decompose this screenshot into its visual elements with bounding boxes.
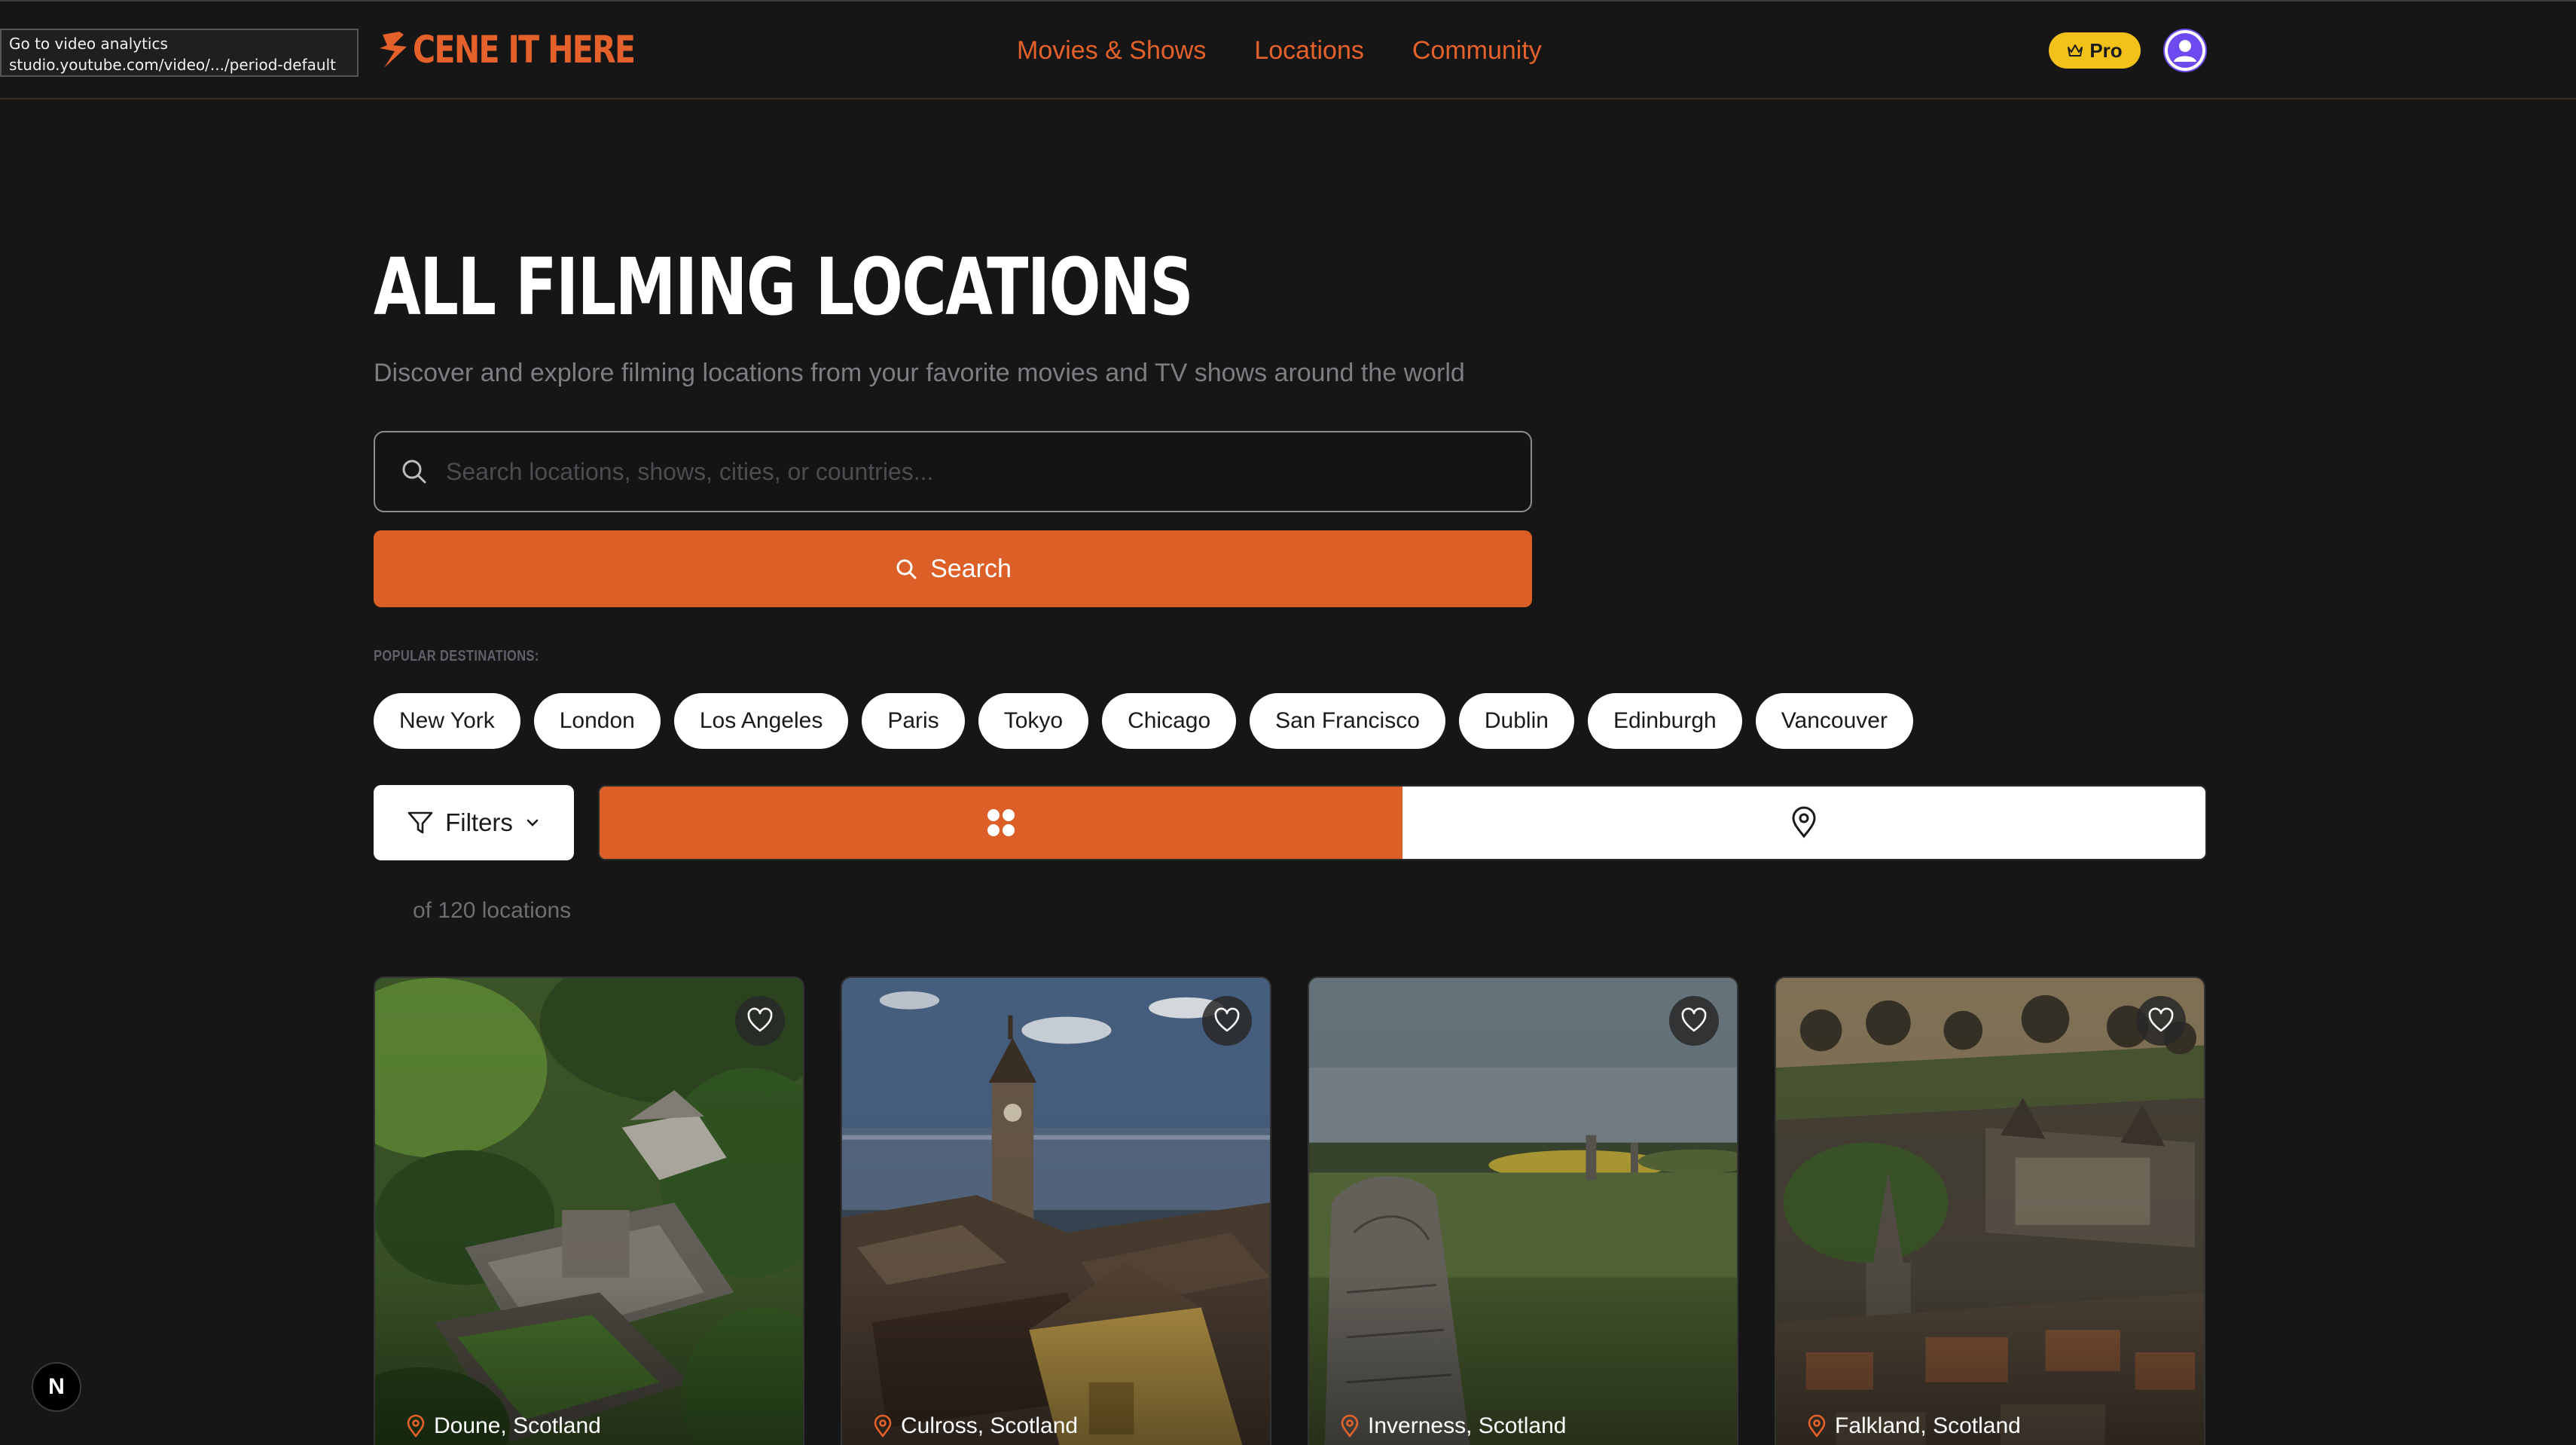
map-pin-icon [1792, 806, 1816, 839]
search-icon [896, 559, 917, 579]
link-preview-tooltip: Go to video analytics studio.youtube.com… [0, 29, 359, 77]
nav-community[interactable]: Community [1412, 32, 1542, 69]
popular-destinations: New York London Los Angeles Paris Tokyo … [374, 693, 1913, 749]
chip-new-york[interactable]: New York [374, 693, 520, 749]
chip-edinburgh[interactable]: Edinburgh [1587, 693, 1742, 749]
search-field [374, 431, 1532, 512]
results-count: of 120 locations [413, 898, 572, 923]
card-location-text: Culross, Scotland [901, 1413, 1079, 1438]
site-logo[interactable]: CENE IT HERE [377, 23, 683, 77]
map-pin-icon [1341, 1414, 1359, 1438]
crown-icon [2068, 44, 2083, 57]
card-location: Doune, Scotland [405, 1413, 601, 1439]
filters-button[interactable]: Filters [374, 785, 574, 860]
nav-movies-shows[interactable]: Movies & Shows [1017, 32, 1206, 69]
user-avatar-icon [2165, 30, 2205, 71]
page-subtitle: Discover and explore filming locations f… [374, 359, 1465, 387]
page: Go to video analytics studio.youtube.com… [0, 0, 2576, 1445]
heart-icon [747, 1007, 773, 1032]
chip-dublin[interactable]: Dublin [1458, 693, 1574, 749]
search-input[interactable] [429, 432, 1531, 511]
map-view-button[interactable] [1402, 787, 2205, 859]
location-card[interactable]: Doune, Scotland [374, 976, 804, 1445]
popular-destinations-label: POPULAR DESTINATIONS: [374, 648, 539, 664]
tooltip-url: studio.youtube.com/video/.../period-defa… [9, 56, 336, 74]
chip-paris[interactable]: Paris [862, 693, 965, 749]
chip-san-francisco[interactable]: San Francisco [1250, 693, 1445, 749]
site-header: CENE IT HERE Movies & Shows Locations Co… [0, 0, 2576, 99]
location-grid: Doune, Scotland Culross, Scotland Invern… [374, 976, 2205, 1445]
card-location: Inverness, Scotland [1339, 1413, 1566, 1439]
chip-los-angeles[interactable]: Los Angeles [673, 693, 849, 749]
heart-icon [1681, 1007, 1707, 1032]
photo-overlay [1776, 978, 2204, 1445]
filters-label: Filters [445, 808, 513, 836]
card-location: Culross, Scotland [872, 1413, 1078, 1439]
map-pin-icon [1808, 1414, 1826, 1438]
view-toggle [598, 785, 2207, 860]
chevron-down-icon [526, 819, 539, 826]
tooltip-title: Go to video analytics [9, 35, 168, 53]
card-location-text: Inverness, Scotland [1368, 1413, 1567, 1438]
pro-badge[interactable]: Pro [2049, 32, 2141, 69]
map-pin-icon [874, 1414, 892, 1438]
favorite-button[interactable] [1202, 996, 1252, 1046]
filter-icon [407, 811, 433, 834]
grid-icon [987, 809, 1015, 836]
photo-overlay [375, 978, 803, 1445]
map-pin-icon [407, 1414, 425, 1438]
photo-overlay [1309, 978, 1737, 1445]
location-card[interactable]: Culross, Scotland [841, 976, 1271, 1445]
chip-tokyo[interactable]: Tokyo [978, 693, 1089, 749]
search-button[interactable]: Search [374, 530, 1532, 607]
user-avatar[interactable] [2163, 29, 2207, 72]
location-card[interactable]: Inverness, Scotland [1308, 976, 1738, 1445]
chip-london[interactable]: London [533, 693, 661, 749]
pro-label: Pro [2089, 38, 2123, 62]
location-card[interactable]: Falkland, Scotland [1775, 976, 2205, 1445]
card-location-text: Doune, Scotland [434, 1413, 601, 1438]
heart-icon [1214, 1007, 1240, 1032]
search-icon [402, 460, 426, 484]
chip-vancouver[interactable]: Vancouver [1755, 693, 1913, 749]
nav-locations[interactable]: Locations [1254, 32, 1364, 69]
scene-logo-icon [380, 32, 407, 68]
dev-tools-badge[interactable]: N [32, 1362, 81, 1412]
grid-view-button[interactable] [600, 787, 1402, 859]
search-button-label: Search [930, 554, 1012, 583]
favorite-button[interactable] [2136, 996, 2186, 1046]
photo-overlay [842, 978, 1270, 1445]
page-title: ALL FILMING LOCATIONS [374, 241, 1194, 333]
favorite-button[interactable] [735, 996, 785, 1046]
heart-icon [2148, 1007, 2174, 1032]
logo-text: CENE IT HERE [413, 28, 636, 72]
card-location: Falkland, Scotland [1806, 1413, 2021, 1439]
favorite-button[interactable] [1669, 996, 1719, 1046]
card-location-text: Falkland, Scotland [1835, 1413, 2021, 1438]
chip-chicago[interactable]: Chicago [1102, 693, 1237, 749]
main-nav: Movies & Shows Locations Community [1017, 32, 1542, 69]
